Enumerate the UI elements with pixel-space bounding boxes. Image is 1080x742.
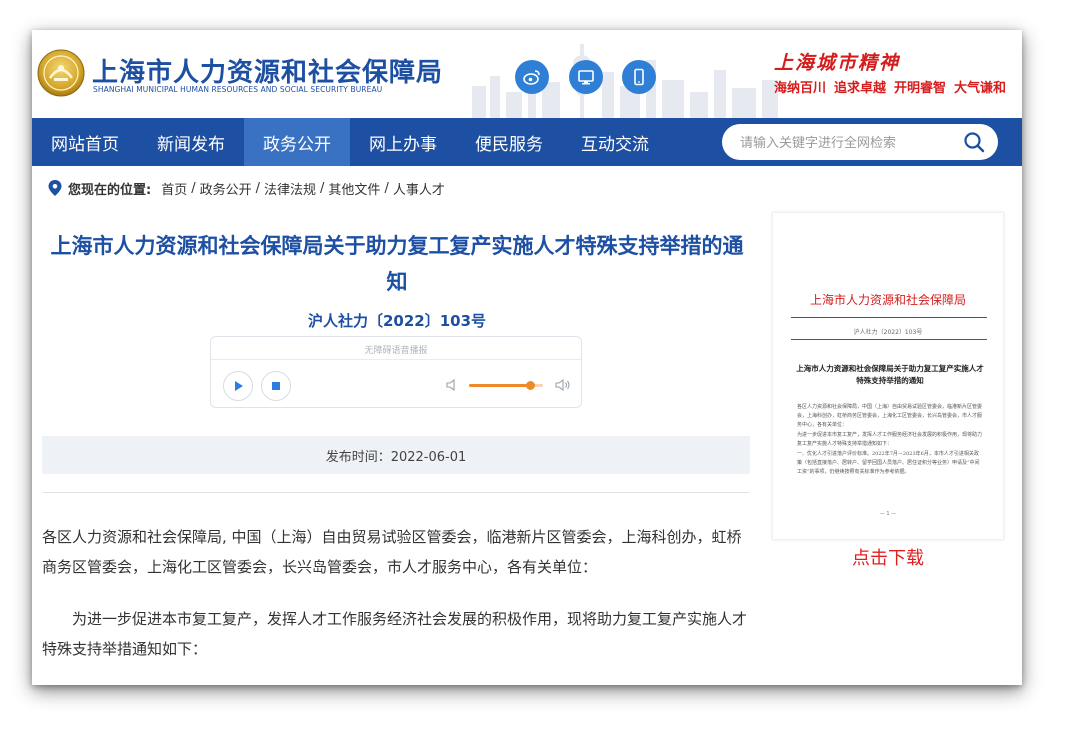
breadcrumb-separator: / — [384, 180, 389, 196]
thumbnail-document-number: 沪人社力〔2022〕103号 — [853, 329, 923, 336]
spirit-word: 海纳百川 — [774, 81, 827, 96]
site-header: 上海市人力资源和社会保障局 SHANGHAI MUNICIPAL HUMAN R… — [32, 30, 1022, 118]
spirit-word: 追求卓越 — [834, 81, 887, 96]
article-title: 上海市人力资源和社会保障局关于助力复工复产实施人才特殊支持举措的通知 — [50, 234, 744, 294]
stop-button[interactable] — [261, 371, 291, 401]
browser-page: 上海市人力资源和社会保障局 SHANGHAI MUNICIPAL HUMAN R… — [32, 30, 1022, 685]
publish-time: 发布时间：2022-06-01 — [42, 436, 750, 474]
article-paragraph: 为进一步促进本市复工复产，发挥人才工作服务经济社会发展的积极作用，现将助力复工复… — [42, 610, 748, 658]
nav-item-online-services[interactable]: 网上办事 — [350, 118, 456, 166]
thumbnail-paragraph: 一、优化人才引进落户评价标准。2022年7月—2023年6月，本市人才引进相关政… — [797, 451, 980, 475]
weibo-icon — [523, 70, 540, 85]
breadcrumb-home[interactable]: 首页 — [161, 179, 187, 198]
nav-item-home[interactable]: 网站首页 — [32, 118, 138, 166]
article-body: 各区人力资源和社会保障局, 中国（上海）自由贸易试验区管委会，临港新片区管委会，… — [42, 522, 754, 664]
breadcrumb-other-documents[interactable]: 其他文件 — [328, 179, 380, 198]
audio-player-divider — [211, 359, 581, 360]
volume-low-icon — [446, 378, 455, 392]
breadcrumb-separator: / — [191, 180, 196, 196]
location-pin-icon — [48, 180, 62, 196]
city-spirit-words: 海纳百川 追求卓越 开明睿智 大气谦和 — [774, 77, 1014, 96]
spirit-word: 开明睿智 — [894, 81, 947, 96]
volume-slider-knob[interactable] — [525, 381, 535, 390]
article-paragraph: 各区人力资源和社会保障局, 中国（上海）自由贸易试验区管委会，临港新片区管委会，… — [42, 528, 742, 576]
thumbnail-title: 上海市人力资源和社会保障局关于助力复工复产实施人才特殊支持举措的通知 — [796, 364, 984, 385]
document-number: 沪人社力〔2022〕103号 — [307, 312, 487, 330]
main-nav: 网站首页 新闻发布 政务公开 网上办事 便民服务 互动交流 — [32, 118, 1022, 166]
breadcrumb-personnel[interactable]: 人事人才 — [393, 179, 445, 198]
search-box — [722, 124, 998, 160]
weibo-button[interactable] — [515, 60, 549, 94]
city-spirit-title: 上海城市精神 — [774, 52, 901, 74]
breadcrumb: 您现在的位置: 首页 / 政务公开 / 法律法规 / 其他文件 / 人事人才 — [48, 178, 445, 198]
desktop-icon — [578, 70, 594, 85]
audio-player: 无障碍语音播报 — [210, 336, 582, 408]
breadcrumb-label: 您现在的位置: — [68, 182, 152, 198]
thumbnail-letterhead: 上海市人力资源和社会保障局 — [809, 293, 966, 307]
search-icon[interactable] — [962, 130, 986, 154]
download-link[interactable]: 点击下载 — [772, 544, 1004, 570]
mobile-icon — [634, 68, 644, 86]
document-preview-thumbnail[interactable]: 上海市人力资源和社会保障局 沪人社力〔2022〕103号 上海市人力资源和社会保… — [772, 212, 1004, 540]
stop-icon — [272, 382, 280, 390]
nav-item-news[interactable]: 新闻发布 — [138, 118, 244, 166]
play-icon — [235, 381, 243, 391]
volume-high-icon — [555, 378, 570, 392]
volume-slider[interactable] — [469, 381, 543, 390]
bureau-emblem-logo — [37, 49, 85, 97]
mobile-site-button[interactable] — [622, 60, 656, 94]
nav-item-interaction[interactable]: 互动交流 — [562, 118, 668, 166]
desktop-site-button[interactable] — [569, 60, 603, 94]
breadcrumb-government-affairs[interactable]: 政务公开 — [200, 179, 252, 198]
breadcrumb-laws[interactable]: 法律法规 — [264, 179, 316, 198]
site-name-english: SHANGHAI MUNICIPAL HUMAN RESOURCES AND S… — [93, 85, 383, 94]
volume-slider-fill — [469, 384, 530, 387]
play-button[interactable] — [223, 371, 253, 401]
nav-item-government-affairs[interactable]: 政务公开 — [244, 118, 350, 166]
thumbnail-body: 各区人力资源和社会保障局，中国（上海）自由贸易试验区管委会，临港新片区管委会，上… — [797, 403, 983, 478]
thumbnail-red-rule — [791, 339, 987, 340]
thumbnail-red-rule — [791, 317, 987, 318]
breadcrumb-separator: / — [255, 180, 261, 196]
audio-player-caption: 无障碍语音播报 — [364, 346, 428, 356]
spirit-word: 大气谦和 — [954, 81, 1007, 96]
nav-item-public-services[interactable]: 便民服务 — [456, 118, 562, 166]
breadcrumb-separator: / — [320, 180, 325, 196]
thumbnail-page-number: — 1 — — [879, 511, 897, 517]
content-divider — [42, 492, 750, 493]
search-input[interactable] — [740, 134, 960, 150]
thumbnail-paragraph: 为进一步促进本市复工复产，发挥人才工作服务经济社会发展的积极作用，现将助力复工复… — [797, 432, 983, 447]
thumbnail-paragraph: 各区人力资源和社会保障局，中国（上海）自由贸易试验区管委会，临港新片区管委会，上… — [797, 404, 983, 428]
site-name: 上海市人力资源和社会保障局 — [92, 58, 444, 88]
